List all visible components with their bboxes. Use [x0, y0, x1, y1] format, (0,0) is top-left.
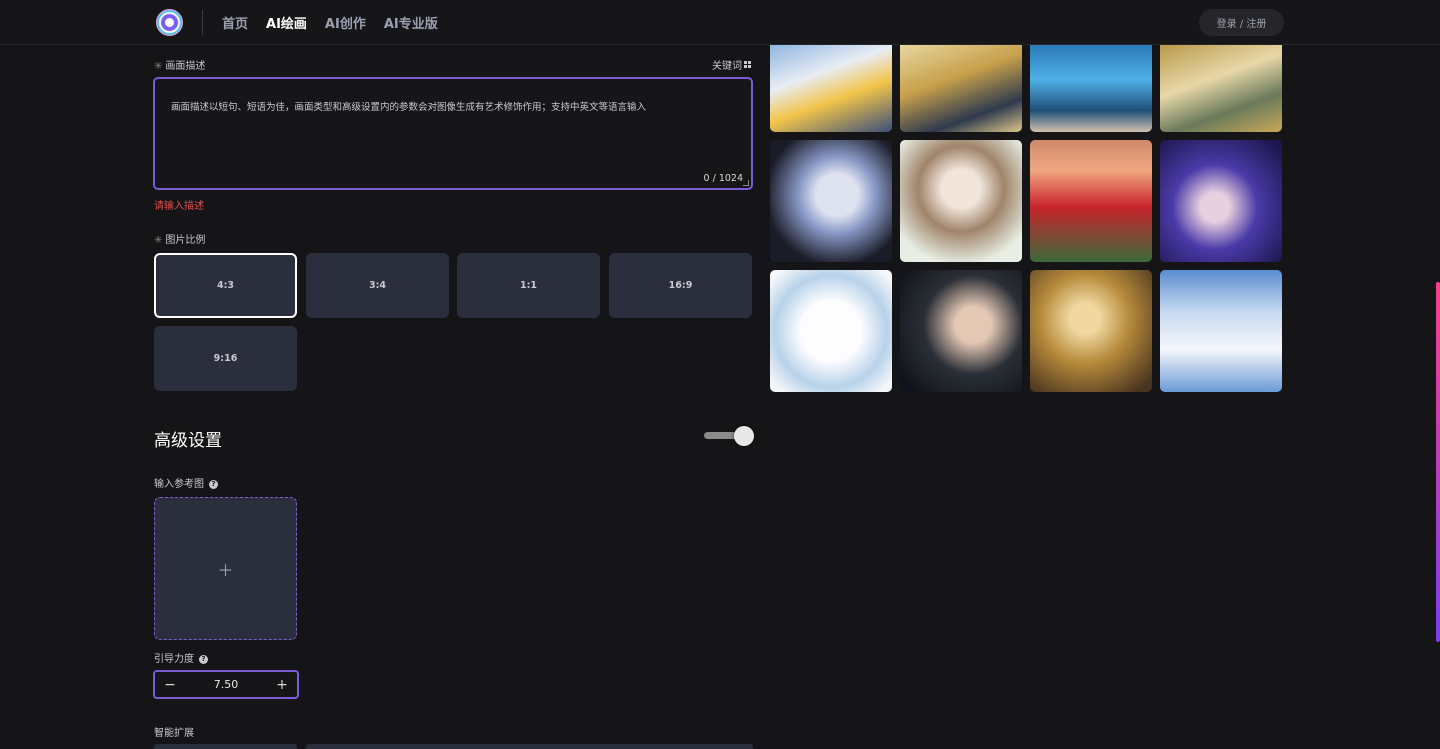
nav-item-ai-pro[interactable]: AI专业版	[384, 13, 438, 32]
decrement-button[interactable]: −	[160, 675, 180, 695]
gallery-image[interactable]	[900, 270, 1022, 392]
advanced-settings-toggle[interactable]	[703, 426, 758, 446]
guidance-stepper: − 7.50 +	[153, 670, 299, 699]
description-textarea[interactable]: 画面描述以短句、短语为佳，画面类型和高级设置内的参数会对图像生成有艺术修饰作用；…	[153, 77, 753, 190]
increment-button[interactable]: +	[272, 675, 292, 695]
toggle-track	[704, 432, 738, 439]
guidance-value-input[interactable]: 7.50	[185, 672, 267, 697]
gallery-image[interactable]	[900, 140, 1022, 262]
ratio-label: ✳ 图片比例	[154, 235, 206, 246]
resize-handle-icon[interactable]	[743, 180, 749, 186]
guidance-label: 引导力度?	[154, 650, 208, 665]
gallery-image[interactable]	[770, 45, 892, 132]
required-icon: ✳	[154, 61, 163, 72]
smart-expand-label: 智能扩展	[154, 728, 194, 739]
nav-item-home[interactable]: 首页	[222, 13, 248, 32]
gallery-image[interactable]	[1160, 140, 1282, 262]
nav-item-ai-painting[interactable]: AI绘画	[266, 13, 307, 32]
ratio-option-1-1[interactable]: 1:1	[457, 253, 600, 318]
description-label: ✳ 画面描述	[154, 61, 206, 72]
advanced-settings-title: 高级设置	[154, 431, 222, 451]
ratio-option-9-16[interactable]: 9:16	[154, 326, 297, 391]
nav-item-ai-creation[interactable]: AI创作	[325, 13, 366, 32]
gallery-image[interactable]	[1030, 45, 1152, 132]
plus-icon: ＋	[217, 560, 234, 580]
help-icon[interactable]: ?	[209, 479, 218, 489]
description-error: 请输入描述	[154, 201, 204, 212]
logo-divider	[202, 10, 203, 35]
main-nav: 首页 AI绘画 AI创作 AI专业版	[222, 0, 438, 45]
gallery-image[interactable]	[1030, 270, 1152, 392]
page-scrollbar[interactable]	[1436, 282, 1440, 642]
required-icon: ✳	[154, 235, 163, 246]
ratio-option-16-9[interactable]: 16:9	[609, 253, 752, 318]
gallery-image[interactable]	[1160, 270, 1282, 392]
gallery-image[interactable]	[770, 140, 892, 262]
ratio-option-4-3[interactable]: 4:3	[154, 253, 297, 318]
smart-expand-option[interactable]	[154, 744, 297, 749]
smart-expand-option[interactable]	[306, 744, 753, 749]
toggle-knob	[734, 426, 754, 446]
description-placeholder: 画面描述以短句、短语为佳，画面类型和高级设置内的参数会对图像生成有艺术修饰作用；…	[171, 102, 647, 113]
reference-image-label: 输入参考图?	[154, 475, 218, 490]
gallery-image[interactable]	[1160, 45, 1282, 132]
help-icon[interactable]: ?	[199, 654, 208, 664]
grid-icon	[744, 61, 751, 68]
login-register-button[interactable]: 登录 / 注册	[1199, 9, 1284, 36]
top-bar: 首页 AI绘画 AI创作 AI专业版 登录 / 注册	[0, 0, 1440, 45]
logo-icon[interactable]	[156, 9, 183, 36]
gallery-image[interactable]	[770, 270, 892, 392]
keyword-button[interactable]: 关键词	[712, 57, 751, 72]
gallery-image[interactable]	[900, 45, 1022, 132]
gallery-image[interactable]	[1030, 140, 1152, 262]
char-count: 0 / 1024	[703, 173, 743, 184]
reference-image-upload[interactable]: ＋	[154, 497, 297, 640]
ratio-option-3-4[interactable]: 3:4	[306, 253, 449, 318]
